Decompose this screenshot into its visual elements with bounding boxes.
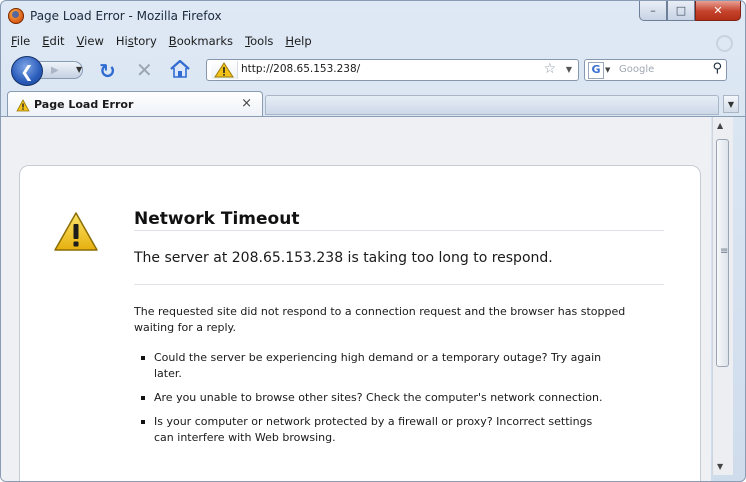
vertical-scrollbar[interactable]: ▲ ≡ ▼ bbox=[712, 117, 733, 475]
maximize-button[interactable]: □ bbox=[667, 1, 695, 21]
menu-bar: File Edit View History Bookmarks Tools H… bbox=[5, 32, 318, 52]
tab-bar: Page Load Error × ▼ bbox=[1, 90, 745, 117]
page-content: Network Timeout The server at 208.65.153… bbox=[1, 117, 711, 481]
minimize-button[interactable]: – bbox=[639, 1, 667, 21]
error-page-container: Network Timeout The server at 208.65.153… bbox=[19, 165, 701, 481]
close-button[interactable]: ✕ bbox=[695, 1, 741, 21]
menu-edit[interactable]: Edit bbox=[36, 32, 70, 52]
title-bar: Page Load Error - Mozilla Firefox – □ ✕ bbox=[1, 1, 745, 31]
browser-window: Page Load Error - Mozilla Firefox – □ ✕ … bbox=[0, 0, 746, 482]
list-item: Is your computer or network protected by… bbox=[134, 414, 604, 446]
menu-tools[interactable]: Tools bbox=[239, 32, 279, 52]
error-title: Network Timeout bbox=[134, 209, 300, 229]
tab-strip-empty-area[interactable] bbox=[265, 95, 719, 115]
search-magnifier-icon[interactable]: ⚲ bbox=[712, 61, 722, 76]
search-input[interactable]: Google bbox=[619, 64, 654, 75]
back-arrow-icon: ❮ bbox=[20, 61, 34, 81]
navigation-toolbar: ▶ ▼ ❮ ↻ ✕ http://208.65.153.238/ ☆ ▼ G ▼… bbox=[1, 53, 745, 87]
grip-icon: ≡ bbox=[720, 246, 729, 257]
menu-file[interactable]: File bbox=[5, 32, 36, 52]
scrollbar-thumb[interactable]: ≡ bbox=[716, 139, 729, 367]
error-long-description: The requested site did not respond to a … bbox=[134, 305, 626, 334]
menu-history[interactable]: History bbox=[110, 32, 163, 52]
url-text[interactable]: http://208.65.153.238/ bbox=[241, 63, 360, 75]
menu-view[interactable]: View bbox=[71, 32, 110, 52]
suggestion-list: Could the server be experiencing high de… bbox=[134, 350, 604, 454]
stop-icon[interactable]: ✕ bbox=[136, 58, 153, 82]
history-dropdown-icon[interactable]: ▼ bbox=[76, 65, 82, 74]
tab-close-icon[interactable]: × bbox=[241, 96, 252, 111]
site-identity-warning-icon[interactable] bbox=[211, 61, 238, 79]
menu-bookmarks[interactable]: Bookmarks bbox=[163, 32, 239, 52]
menu-help[interactable]: Help bbox=[279, 32, 317, 52]
reload-icon[interactable]: ↻ bbox=[99, 59, 116, 83]
url-bar[interactable]: http://208.65.153.238/ ☆ ▼ bbox=[206, 59, 579, 81]
scroll-down-arrow-icon[interactable]: ▼ bbox=[717, 462, 723, 471]
activity-throbber-icon bbox=[716, 35, 733, 52]
forward-arrow-icon: ▶ bbox=[51, 64, 59, 76]
bookmark-star-icon[interactable]: ☆ bbox=[543, 61, 556, 77]
window-title: Page Load Error - Mozilla Firefox bbox=[30, 9, 222, 23]
tab-label: Page Load Error bbox=[34, 98, 134, 111]
firefox-logo-icon bbox=[8, 8, 24, 24]
warning-icon bbox=[16, 97, 30, 112]
list-all-tabs-icon[interactable]: ▼ bbox=[723, 95, 739, 113]
home-icon[interactable] bbox=[169, 59, 191, 79]
tab-page-load-error[interactable]: Page Load Error × bbox=[7, 91, 263, 116]
list-item: Could the server be experiencing high de… bbox=[134, 350, 604, 382]
divider bbox=[134, 284, 664, 285]
scroll-up-arrow-icon[interactable]: ▲ bbox=[717, 121, 723, 130]
warning-icon bbox=[52, 210, 100, 254]
search-engine-dropdown-icon[interactable]: ▼ bbox=[605, 66, 610, 74]
divider bbox=[134, 230, 664, 231]
window-controls: – □ ✕ bbox=[639, 1, 741, 21]
error-short-description: The server at 208.65.153.238 is taking t… bbox=[134, 250, 553, 266]
list-item: Are you unable to browse other sites? Ch… bbox=[134, 390, 604, 406]
back-button[interactable]: ❮ bbox=[11, 56, 43, 86]
search-bar[interactable]: G ▼ Google ⚲ bbox=[584, 59, 727, 81]
search-engine-icon[interactable]: G bbox=[588, 62, 604, 79]
url-dropdown-icon[interactable]: ▼ bbox=[566, 65, 572, 74]
